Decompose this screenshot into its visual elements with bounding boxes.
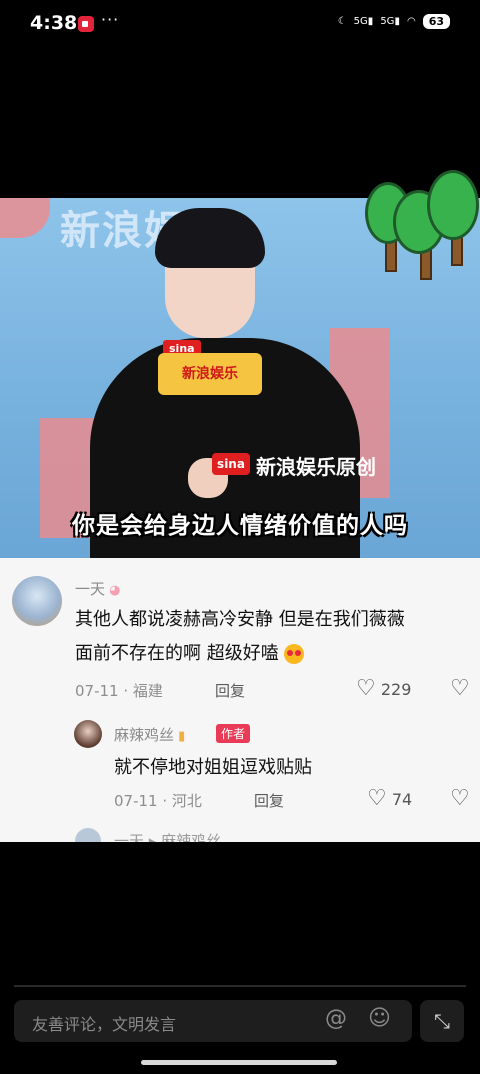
collapse-icon[interactable]: ⤡ bbox=[420, 1000, 464, 1042]
background-decoration bbox=[0, 198, 50, 238]
video-subtitle: 你是会给身边人情绪价值的人吗 bbox=[72, 512, 408, 539]
mention-icon[interactable]: @ bbox=[325, 1006, 347, 1031]
battery-icon: 63 bbox=[422, 14, 450, 29]
screen-record-icon bbox=[78, 16, 94, 32]
signal-icon-2: 5G▮ bbox=[380, 16, 400, 27]
more-notifications-icon: ··· bbox=[101, 10, 120, 29]
fries-icon: ▮ bbox=[174, 729, 186, 744]
heart-eyes-emoji-icon bbox=[284, 644, 305, 664]
divider bbox=[14, 985, 466, 987]
comments-panel: 一天 ◕ 其他人都说凌赫高冷安静 但是在我们薇薇 面前不存在的啊 超级好嗑 07… bbox=[0, 558, 480, 842]
home-indicator[interactable] bbox=[141, 1060, 337, 1065]
status-indicators: ☾ 5G▮ 5G▮ ◠ 63 bbox=[338, 14, 450, 29]
heart-icon: ♡ bbox=[356, 676, 376, 701]
comment-input-placeholder: 友善评论，文明发言 bbox=[32, 1015, 177, 1034]
comment-username[interactable]: 一天 ◕ bbox=[75, 578, 121, 599]
wifi-icon: ◠ bbox=[406, 16, 416, 27]
avatar[interactable] bbox=[12, 576, 62, 626]
comment-meta: 07-11 · 福建 bbox=[75, 682, 163, 700]
reply-text: 就不停地对姐姐逗戏贴贴 bbox=[114, 757, 312, 778]
comment-text-line1: 其他人都说凌赫高冷安静 但是在我们薇薇 bbox=[75, 609, 405, 630]
reply-meta: 07-11 · 河北 bbox=[114, 792, 202, 810]
like-button[interactable]: ♡ 229 bbox=[356, 676, 411, 701]
reply-username[interactable]: 麻辣鸡丝 ▮ bbox=[114, 724, 185, 745]
person-hair bbox=[155, 208, 265, 268]
microphone-label: 新浪娱乐 bbox=[158, 353, 262, 395]
reply-button[interactable]: 回复 bbox=[254, 790, 284, 811]
watermark-text: 新浪娱乐原创 bbox=[256, 455, 376, 479]
signal-icon-1: 5G▮ bbox=[353, 16, 374, 27]
author-badge: 作者 bbox=[216, 724, 251, 743]
next-reply-header: 一天 ▸ 麻辣鸡丝 bbox=[114, 832, 222, 842]
comment-text-line2: 面前不存在的啊 超级好嗑 bbox=[75, 638, 305, 670]
moon-icon: ☾ bbox=[337, 16, 347, 27]
pig-icon: ◕ bbox=[105, 583, 121, 598]
avatar[interactable] bbox=[75, 828, 101, 842]
heart-icon: ♡ bbox=[367, 786, 387, 811]
dislike-broken-heart-icon[interactable]: ♡ bbox=[450, 786, 470, 811]
reply-button[interactable]: 回复 bbox=[215, 680, 245, 701]
dislike-broken-heart-icon[interactable]: ♡ bbox=[450, 676, 470, 701]
tree-sticker-icon bbox=[365, 170, 480, 280]
like-button[interactable]: ♡ 74 bbox=[367, 786, 412, 811]
emoji-icon[interactable]: ☺ bbox=[368, 1006, 391, 1031]
status-time: 4:38 bbox=[30, 12, 78, 34]
avatar[interactable] bbox=[74, 720, 102, 748]
sina-logo: sina bbox=[212, 453, 250, 475]
